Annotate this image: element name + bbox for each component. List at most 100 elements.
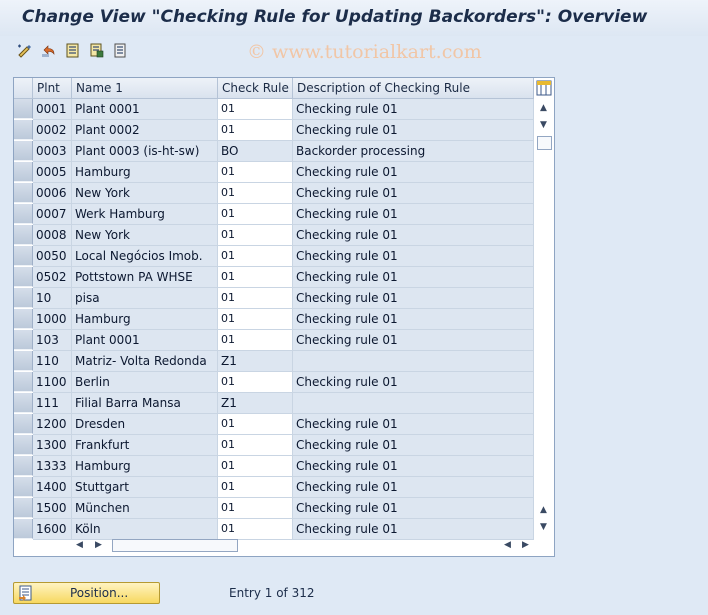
table-row: 103 Plant 0001 01 Checking rule 01 (14, 330, 534, 351)
row-selector[interactable] (14, 477, 33, 497)
scroll-up-icon[interactable]: ▲ (540, 103, 547, 113)
row-selector[interactable] (14, 141, 33, 161)
cell-check-rule[interactable]: BO (218, 141, 293, 162)
position-button[interactable]: Position... (13, 582, 160, 604)
cell-name: Plant 0003 (is-ht-sw) (72, 141, 218, 162)
row-selector[interactable] (14, 120, 33, 140)
cell-plant: 1500 (33, 498, 72, 519)
row-selector[interactable] (14, 183, 33, 203)
cell-description: Checking rule 01 (293, 309, 534, 330)
position-button-label: Position... (70, 586, 129, 600)
cell-plant: 1400 (33, 477, 72, 498)
cell-check-rule[interactable]: 01 (218, 477, 293, 498)
scroll-left-end-icon[interactable]: ◀ (504, 540, 511, 550)
cell-description (293, 393, 534, 414)
scroll-down-icon[interactable]: ▼ (540, 120, 547, 130)
scroll-left-icon[interactable]: ◀ (76, 540, 83, 550)
cell-check-rule[interactable]: 01 (218, 498, 293, 519)
watermark: © www.tutorialkart.com (247, 41, 482, 63)
cell-description: Checking rule 01 (293, 183, 534, 204)
cell-name: Plant 0001 (72, 99, 218, 120)
cell-plant: 103 (33, 330, 72, 351)
cell-check-rule[interactable]: 01 (218, 309, 293, 330)
row-selector[interactable] (14, 351, 33, 371)
table-row: 1333 Hamburg 01 Checking rule 01 (14, 456, 534, 477)
edit-pencil-icon[interactable] (16, 42, 33, 59)
cell-check-rule[interactable]: 01 (218, 183, 293, 204)
delete-icon[interactable] (112, 42, 129, 59)
cell-name: Plant 0002 (72, 120, 218, 141)
scroll-right-icon[interactable]: ▶ (95, 540, 102, 550)
cell-check-rule[interactable]: 01 (218, 99, 293, 120)
cell-check-rule[interactable]: Z1 (218, 351, 293, 372)
cell-plant: 1200 (33, 414, 72, 435)
cell-description: Checking rule 01 (293, 204, 534, 225)
page-title: Change View "Checking Rule for Updating … (22, 7, 648, 27)
cell-check-rule[interactable]: 01 (218, 288, 293, 309)
vertical-scroll-thumb[interactable] (537, 136, 552, 150)
column-header-check-rule[interactable]: Check Rule (218, 78, 293, 99)
row-selector[interactable] (14, 372, 33, 392)
cell-name: New York (72, 183, 218, 204)
cell-plant: 1300 (33, 435, 72, 456)
cell-description: Checking rule 01 (293, 246, 534, 267)
row-selector[interactable] (14, 456, 33, 476)
cell-check-rule[interactable]: 01 (218, 414, 293, 435)
cell-check-rule[interactable]: 01 (218, 204, 293, 225)
row-selector[interactable] (14, 162, 33, 182)
cell-name: Hamburg (72, 309, 218, 330)
cell-check-rule[interactable]: 01 (218, 162, 293, 183)
row-selector[interactable] (14, 519, 33, 539)
cell-description: Checking rule 01 (293, 498, 534, 519)
cell-description: Checking rule 01 (293, 225, 534, 246)
table-row: 0005 Hamburg 01 Checking rule 01 (14, 162, 534, 183)
vertical-scrollbar[interactable]: ▲ ▼ ▲ ▼ (534, 99, 554, 533)
new-entries-icon[interactable] (64, 42, 81, 59)
cell-check-rule[interactable]: 01 (218, 435, 293, 456)
row-selector[interactable] (14, 330, 33, 350)
row-selector[interactable] (14, 99, 33, 119)
table-row: 10 pisa 01 Checking rule 01 (14, 288, 534, 309)
cell-check-rule[interactable]: 01 (218, 330, 293, 351)
cell-plant: 0006 (33, 183, 72, 204)
row-selector[interactable] (14, 498, 33, 518)
cell-check-rule[interactable]: 01 (218, 246, 293, 267)
cell-description: Checking rule 01 (293, 162, 534, 183)
cell-check-rule[interactable]: 01 (218, 372, 293, 393)
cell-check-rule[interactable]: 01 (218, 120, 293, 141)
horizontal-scrollbar[interactable]: ◀ ▶ ◀ ▶ (33, 537, 534, 555)
cell-check-rule[interactable]: 01 (218, 267, 293, 288)
horizontal-scroll-thumb[interactable] (112, 539, 238, 552)
row-selector[interactable] (14, 267, 33, 287)
column-header-description[interactable]: Description of Checking Rule (293, 78, 534, 99)
row-selector[interactable] (14, 225, 33, 245)
cell-description (293, 351, 534, 372)
cell-description: Checking rule 01 (293, 267, 534, 288)
scroll-down-bottom-icon[interactable]: ▼ (540, 522, 547, 532)
row-selector[interactable] (14, 393, 33, 413)
cell-description: Backorder processing (293, 141, 534, 162)
scroll-up-bottom-icon[interactable]: ▲ (540, 505, 547, 515)
select-all-header[interactable] (14, 78, 33, 99)
copy-icon[interactable] (88, 42, 105, 59)
table-row: 111 Filial Barra Mansa Z1 (14, 393, 534, 414)
table-settings-icon[interactable] (535, 79, 553, 97)
cell-check-rule[interactable]: 01 (218, 225, 293, 246)
row-selector[interactable] (14, 414, 33, 434)
undo-icon[interactable] (40, 42, 57, 59)
cell-check-rule[interactable]: 01 (218, 456, 293, 477)
row-selector[interactable] (14, 435, 33, 455)
column-header-plnt[interactable]: Plnt (33, 78, 72, 99)
table-row: 0003 Plant 0003 (is-ht-sw) BO Backorder pro… (14, 141, 534, 162)
row-selector[interactable] (14, 288, 33, 308)
cell-check-rule[interactable]: Z1 (218, 393, 293, 414)
cell-name: Hamburg (72, 456, 218, 477)
scroll-right-end-icon[interactable]: ▶ (522, 540, 529, 550)
row-selector[interactable] (14, 246, 33, 266)
cell-description: Checking rule 01 (293, 435, 534, 456)
column-header-name[interactable]: Name 1 (72, 78, 218, 99)
table-row: 0050 Local Negócios Imob. 01 Checking rule … (14, 246, 534, 267)
row-selector[interactable] (14, 309, 33, 329)
cell-plant: 0002 (33, 120, 72, 141)
row-selector[interactable] (14, 204, 33, 224)
